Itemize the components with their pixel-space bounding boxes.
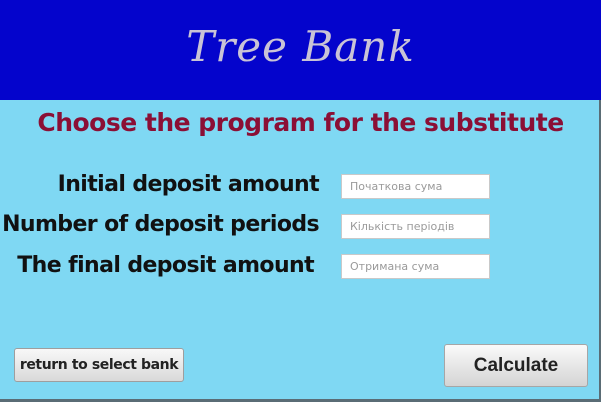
calculate-button[interactable]: Calculate bbox=[444, 344, 588, 387]
bank-title: Tree Bank bbox=[186, 22, 415, 71]
final-deposit-label: The final deposit amount bbox=[17, 253, 314, 278]
initial-deposit-label: Initial deposit amount bbox=[57, 172, 320, 197]
header-bar: Tree Bank bbox=[0, 0, 601, 100]
initial-deposit-input[interactable] bbox=[341, 174, 490, 199]
deposit-periods-input[interactable] bbox=[341, 214, 490, 239]
deposit-periods-label: Number of deposit periods bbox=[2, 212, 319, 237]
return-to-select-bank-button[interactable]: return to select bank bbox=[14, 348, 184, 382]
page-subtitle: Choose the program for the substitute bbox=[37, 108, 564, 137]
final-deposit-input[interactable] bbox=[341, 254, 490, 279]
